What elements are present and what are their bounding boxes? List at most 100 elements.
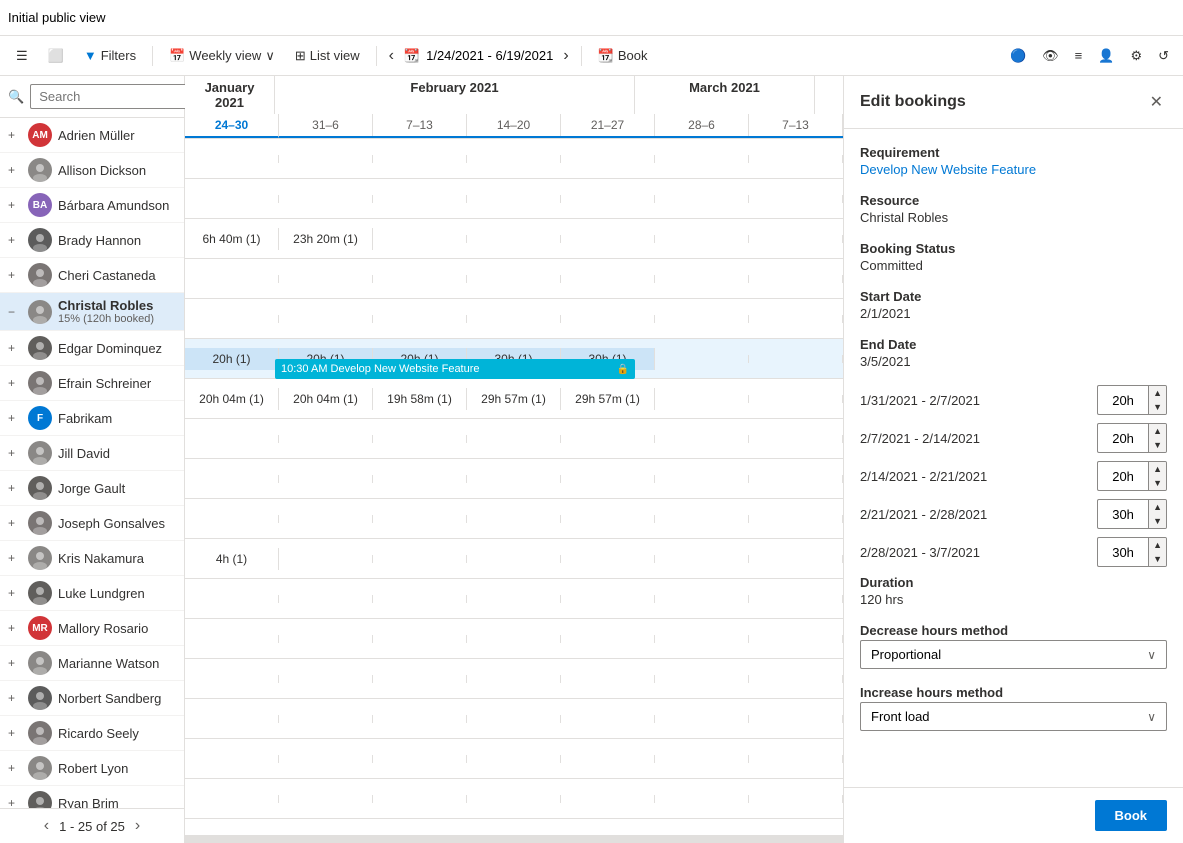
- resource-item[interactable]: +Edgar Dominquez: [0, 331, 184, 366]
- resource-item[interactable]: −Christal Robles15% (120h booked): [0, 293, 184, 331]
- week-cell: 24–30: [185, 114, 279, 138]
- resource-item[interactable]: +Brady Hannon: [0, 223, 184, 258]
- hours-spinner[interactable]: 30h▲▼: [1097, 499, 1167, 529]
- cal-cell: [749, 795, 843, 803]
- cal-cell: [279, 315, 373, 323]
- resource-name: Luke Lundgren: [58, 586, 176, 601]
- resource-item[interactable]: +Robert Lyon: [0, 751, 184, 786]
- decrement-button[interactable]: ▼: [1148, 552, 1166, 566]
- booking-bar[interactable]: 10:30 AM Develop New Website Feature🔒: [275, 359, 635, 379]
- resource-item[interactable]: +Jill David: [0, 436, 184, 471]
- end-date-value: 3/5/2021: [860, 354, 1167, 369]
- resource-item[interactable]: +Marianne Watson: [0, 646, 184, 681]
- decrement-button[interactable]: ▼: [1148, 514, 1166, 528]
- resource-item[interactable]: +MRMallory Rosario: [0, 611, 184, 646]
- avatar: F: [28, 406, 52, 430]
- cal-cell: [749, 755, 843, 763]
- resource-item[interactable]: +Efrain Schreiner: [0, 366, 184, 401]
- resource-item[interactable]: +Ryan Brim: [0, 786, 184, 808]
- resource-name: Jorge Gault: [58, 481, 176, 496]
- hours-spinner[interactable]: 20h▲▼: [1097, 385, 1167, 415]
- expand-icon: +: [8, 233, 22, 247]
- prev-page-button[interactable]: ‹: [42, 815, 51, 837]
- requirement-value[interactable]: Develop New Website Feature: [860, 162, 1167, 177]
- avatar: [28, 511, 52, 535]
- cal-cell: [561, 675, 655, 683]
- search-icon: 🔍: [8, 89, 24, 105]
- cal-cell: [561, 315, 655, 323]
- resource-item[interactable]: +Ricardo Seely: [0, 716, 184, 751]
- cal-cell: [749, 435, 843, 443]
- refresh-button[interactable]: ↺: [1152, 44, 1175, 68]
- week-hours-label: 2/14/2021 - 2/21/2021: [860, 469, 987, 484]
- resource-item[interactable]: +Joseph Gonsalves: [0, 506, 184, 541]
- avatar: [28, 371, 52, 395]
- chevron-down-icon-2: ∨: [1147, 710, 1156, 724]
- cal-cell: [279, 675, 373, 683]
- hours-spinner[interactable]: 20h▲▼: [1097, 423, 1167, 453]
- increment-button[interactable]: ▲: [1148, 500, 1166, 514]
- increment-button[interactable]: ▲: [1148, 462, 1166, 476]
- avatar: MR: [28, 616, 52, 640]
- cal-cell: [655, 395, 749, 403]
- expand-panel-button[interactable]: ☰: [8, 44, 36, 68]
- decrement-button[interactable]: ▼: [1148, 438, 1166, 452]
- settings-icon-button[interactable]: 🔵: [1004, 44, 1032, 68]
- weekly-view-button[interactable]: 📅 Weekly view ∨: [161, 44, 283, 68]
- resource-item[interactable]: +AMAdrien Müller: [0, 118, 184, 153]
- resource-item[interactable]: +Kris Nakamura: [0, 541, 184, 576]
- group-button[interactable]: ≡: [1069, 44, 1089, 67]
- resource-item[interactable]: +Norbert Sandberg: [0, 681, 184, 716]
- week-cell: 21–27: [561, 114, 655, 136]
- cal-cell: [655, 595, 749, 603]
- resource-item[interactable]: +Jorge Gault: [0, 471, 184, 506]
- book-toolbar-button[interactable]: 📆 Book: [590, 44, 656, 68]
- booking-status-field: Booking Status Committed: [860, 241, 1167, 273]
- increase-method-select[interactable]: Front load ∨: [860, 702, 1167, 731]
- book-button[interactable]: Book: [1095, 800, 1168, 831]
- resource-item[interactable]: +Luke Lundgren: [0, 576, 184, 611]
- resource-item[interactable]: +Cheri Castaneda: [0, 258, 184, 293]
- increment-button[interactable]: ▲: [1148, 538, 1166, 552]
- resource-item[interactable]: +BABárbara Amundson: [0, 188, 184, 223]
- start-date-label: Start Date: [860, 289, 1167, 304]
- horizontal-scrollbar[interactable]: [185, 835, 843, 843]
- collapse-panel-button[interactable]: ⬜: [40, 44, 72, 68]
- search-box: 🔍 ↕: [0, 76, 184, 118]
- decrement-button[interactable]: ▼: [1148, 476, 1166, 490]
- hours-spinner[interactable]: 30h▲▼: [1097, 537, 1167, 567]
- cal-cell: [279, 475, 373, 483]
- increment-button[interactable]: ▲: [1148, 386, 1166, 400]
- resource-item[interactable]: +Allison Dickson: [0, 153, 184, 188]
- gear-button[interactable]: ⚙: [1124, 44, 1148, 68]
- prev-date-button[interactable]: ‹: [385, 43, 398, 69]
- cal-cell: [561, 715, 655, 723]
- resource-item[interactable]: +FFabrikam: [0, 401, 184, 436]
- expand-icon: +: [8, 551, 22, 565]
- cal-cell: [467, 715, 561, 723]
- resource-name: Edgar Dominquez: [58, 341, 176, 356]
- decrement-button[interactable]: ▼: [1148, 400, 1166, 414]
- decrease-method-select[interactable]: Proportional ∨: [860, 640, 1167, 669]
- week-cell: 7–13: [373, 114, 467, 136]
- cal-cell: [373, 595, 467, 603]
- expand-icon: +: [8, 376, 22, 390]
- hours-spinner[interactable]: 20h▲▼: [1097, 461, 1167, 491]
- week-hours-label: 2/7/2021 - 2/14/2021: [860, 431, 980, 446]
- increment-button[interactable]: ▲: [1148, 424, 1166, 438]
- close-button[interactable]: ✕: [1146, 88, 1167, 116]
- pagination-range: 1 - 25 of 25: [59, 819, 125, 834]
- calendar-row: [185, 259, 843, 299]
- next-page-button[interactable]: ›: [133, 815, 142, 837]
- person-button[interactable]: 👤: [1092, 44, 1120, 68]
- duration-field: Duration 120 hrs: [860, 575, 1167, 607]
- hours-value: 30h: [1098, 503, 1148, 526]
- list-view-button[interactable]: ⊞ List view: [287, 44, 368, 68]
- expand-icon: +: [8, 656, 22, 670]
- eye-button[interactable]: 👁: [1036, 44, 1065, 68]
- cal-cell: [373, 155, 467, 163]
- spinner-buttons: ▲▼: [1148, 424, 1166, 452]
- cal-cell: [373, 555, 467, 563]
- next-date-button[interactable]: ›: [559, 43, 572, 69]
- filters-button[interactable]: ▼ Filters: [76, 44, 144, 67]
